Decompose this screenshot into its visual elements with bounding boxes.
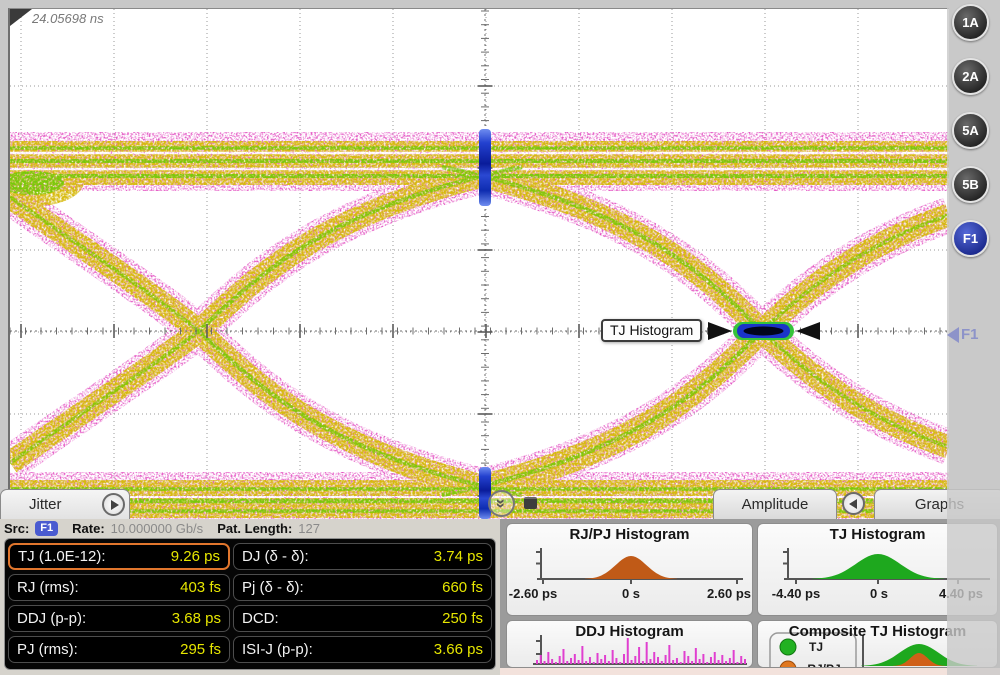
rjpj-x-tick-label: 2.60 ps [707,586,751,601]
pattern-length-value: 127 [298,521,320,536]
measurement-label: DJ (δ - δ): [242,548,309,565]
measurement-label: ISI-J (p-p): [242,641,313,658]
tab-graphs-label: Graphs [915,496,964,513]
measurement-cell-r2c1[interactable]: DCD: 250 fs [233,605,492,632]
measurement-value: 295 fs [180,641,221,658]
tab-amplitude[interactable]: Amplitude [713,489,837,519]
f1-trace-marker[interactable]: F1 [947,326,979,343]
composite-tj-histogram-title: Composite TJ Histogram [758,623,997,640]
measurement-value: 660 fs [442,579,483,596]
source-bar: Src: F1 Rate: 10.000000 Gb/s Pat. Length… [0,519,500,538]
tj-x-tick-label: 4.40 ps [939,586,983,601]
play-icon [111,500,119,510]
tab-scroll-left-button[interactable] [842,492,865,515]
f1-marker-label: F1 [961,326,979,343]
rjpj-x-tick-label: 0 s [622,586,640,601]
eye-diagram-canvas [10,9,949,520]
rjpj-histogram-panel[interactable]: RJ/PJ Histogram -2.60 ps 0 s 2.60 ps [506,523,753,616]
measurement-cell-r3c1[interactable]: ISI-J (p-p): 3.66 ps [233,636,492,663]
oscilloscope-screen: 24.05698 ns TJ Histogram Jitter » Amplit… [0,0,1000,675]
tj-histogram-annotation[interactable]: TJ Histogram [601,319,702,342]
tab-amplitude-label: Amplitude [742,496,809,513]
channel-button-5a[interactable]: 5A [952,112,989,149]
measurement-label: DDJ (p-p): [17,610,86,627]
src-value-badge[interactable]: F1 [35,521,58,536]
composite-tj-histogram-panel[interactable]: Composite TJ Histogram TJ RJ/PJ [757,620,998,668]
measurement-value: 3.68 ps [172,610,221,627]
jitter-results-panel: Src: F1 Rate: 10.000000 Gb/s Pat. Length… [0,519,500,675]
pattern-length-label: Pat. Length: [217,521,292,536]
measurement-value: 250 fs [442,610,483,627]
measurement-label: RJ (rms): [17,579,79,596]
ddj-histogram-panel[interactable]: DDJ Histogram [506,620,753,668]
pin-icon[interactable] [524,497,537,509]
measurement-cell-r0c0[interactable]: TJ (1.0E-12): 9.26 ps [8,543,230,570]
tj-histogram-panel[interactable]: TJ Histogram -4.40 ps 0 s 4.40 ps [757,523,998,616]
measurement-label: TJ (1.0E-12): [18,548,106,565]
panel-edge-strip [500,668,1000,675]
channel-button-f1[interactable]: F1 [952,220,989,257]
eye-diagram-plot[interactable]: 24.05698 ns TJ Histogram [8,8,949,520]
measurements-grid: TJ (1.0E-12): 9.26 ps DJ (δ - δ): 3.74 ps RJ… [4,538,496,670]
channel-buttons: 1A 2A 5A 5B F1 [952,4,990,257]
tj-x-tick-label: -4.40 ps [772,586,820,601]
measurement-cell-r3c0[interactable]: PJ (rms): 295 fs [8,636,230,663]
marker-triangle-icon [947,327,959,343]
legend-label-tj: TJ [809,640,823,654]
measurement-value: 403 fs [180,579,221,596]
histogram-thumbnails-panel: RJ/PJ Histogram -2.60 ps 0 s 2.60 ps TJ Hi… [500,519,1000,675]
tab-graphs[interactable]: Graphs [874,489,1000,519]
rjpj-histogram-title: RJ/PJ Histogram [507,526,752,543]
cursor-time-label: 24.05698 ns [32,11,104,26]
tj-x-tick-label: 0 s [870,586,888,601]
tj-histogram-title: TJ Histogram [758,526,997,543]
measurement-label: PJ (rms): [17,641,78,658]
ddj-histogram-title: DDJ Histogram [507,623,752,640]
channel-button-1a[interactable]: 1A [952,4,989,41]
measurement-value: 3.74 ps [434,548,483,565]
measurement-value: 9.26 ps [171,548,220,565]
tj-histogram-marker [708,322,820,340]
rate-value: 10.000000 Gb/s [111,521,204,536]
measurement-cell-r1c1[interactable]: Pj (δ - δ): 660 fs [233,574,492,601]
collapse-button[interactable]: » [488,490,515,517]
channel-button-2a[interactable]: 2A [952,58,989,95]
measurement-cell-r0c1[interactable]: DJ (δ - δ): 3.74 ps [233,543,492,570]
tab-jitter-label: Jitter [29,496,62,513]
play-button[interactable] [102,493,125,516]
measurement-value: 3.66 ps [434,641,483,658]
rate-label: Rate: [72,521,105,536]
src-label: Src: [4,521,29,536]
measurement-cell-r1c0[interactable]: RJ (rms): 403 fs [8,574,230,601]
channel-button-5b[interactable]: 5B [952,166,989,203]
marker-arrow-right-icon [796,322,820,340]
measurement-label: DCD: [242,610,279,627]
legend-label-rjpj: RJ/PJ [807,662,840,668]
measurement-label: Pj (δ - δ): [242,579,304,596]
marker-arrow-left-icon [708,322,732,340]
chevron-down-icon: » [493,499,510,508]
tab-jitter[interactable]: Jitter [0,489,130,519]
arrow-left-icon [849,499,857,509]
rjpj-x-tick-label: -2.60 ps [509,586,557,601]
measurement-cell-r2c0[interactable]: DDJ (p-p): 3.68 ps [8,605,230,632]
